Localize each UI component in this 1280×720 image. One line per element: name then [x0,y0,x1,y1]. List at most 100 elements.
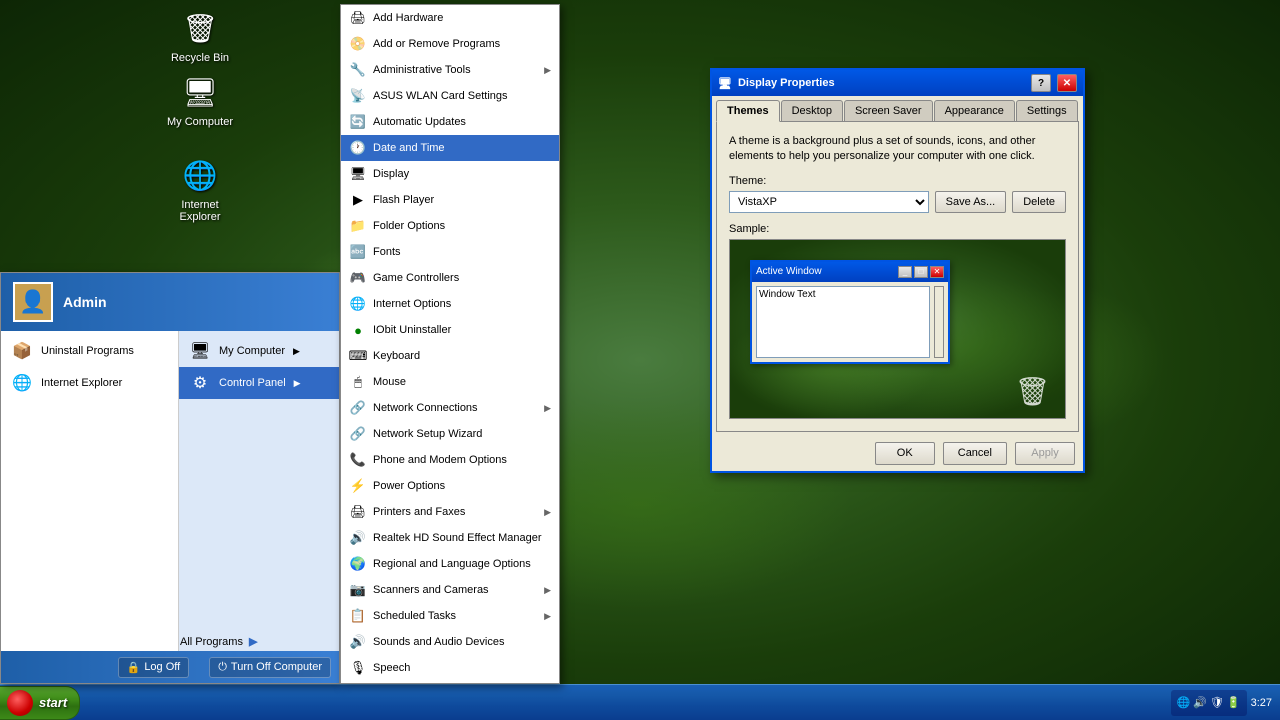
sched-tasks-label: Scheduled Tasks [373,610,538,622]
logoff-button[interactable]: 🔒 Log Off [118,657,190,678]
ie-label: Internet Explorer [41,377,122,389]
auto-updates-label: Automatic Updates [373,116,551,128]
cp-item-flash[interactable]: ▶ Flash Player [341,187,559,213]
shield-tray-icon: 🛡 [1210,696,1224,709]
cp-item-date-time[interactable]: 🕐 Date and Time [341,135,559,161]
desktop-icon-my-computer[interactable]: 🖥 My Computer [165,72,235,128]
ok-button[interactable]: OK [875,442,935,465]
folder-options-label: Folder Options [373,220,551,232]
cancel-button[interactable]: Cancel [943,442,1007,465]
cp-item-add-hardware[interactable]: 🖨 Add Hardware [341,5,559,31]
desktop-icon-internet-explorer[interactable]: 🌐 Internet Explorer [165,155,235,223]
cp-item-sounds[interactable]: 🔊 Sounds and Audio Devices [341,629,559,655]
cp-item-speech[interactable]: 🎙 Speech [341,655,559,681]
sample-recyclebin-icon: 🗑 [1014,375,1050,408]
tab-desktop[interactable]: Desktop [781,100,843,121]
game-ctrl-label: Game Controllers [373,272,551,284]
net-conn-label: Network Connections [373,402,538,414]
cp-item-iobit[interactable]: ● IObit Uninstaller [341,317,559,343]
add-hardware-label: Add Hardware [373,12,551,24]
cp-item-realtek[interactable]: 🔊 Realtek HD Sound Effect Manager [341,525,559,551]
sample-label: Sample: [729,223,1066,235]
turnoff-button[interactable]: ⏻ Turn Off Computer [209,657,331,678]
power-opts-label: Power Options [373,480,551,492]
add-hardware-icon: 🖨 [349,9,367,27]
cp-item-phone-modem[interactable]: 📞 Phone and Modem Options [341,447,559,473]
asus-wlan-label: ASUS WLAN Card Settings [373,90,551,102]
all-programs-button[interactable]: All Programs ▶ [170,631,267,652]
cp-item-admin-tools[interactable]: 🔧 Administrative Tools ▶ [341,57,559,83]
sidebar-item-uninstall-programs[interactable]: 📦 Uninstall Programs [1,335,178,367]
cp-item-fonts[interactable]: 🔤 Fonts [341,239,559,265]
logoff-icon: 🔒 [127,661,141,674]
uninstall-label: Uninstall Programs [41,345,134,357]
sidebar-item-internet-explorer[interactable]: 🌐 Internet Explorer [1,367,178,399]
keyboard-label: Keyboard [373,350,551,362]
asus-wlan-icon: 📡 [349,87,367,105]
printers-arrow: ▶ [544,507,551,518]
cp-item-internet-options[interactable]: 🌐 Internet Options [341,291,559,317]
mouse-icon: 🖱 [349,373,367,391]
internet-explorer-icon: 🌐 [180,155,220,195]
sample-textarea: Window Text [756,286,930,358]
cp-item-mouse[interactable]: 🖱 Mouse [341,369,559,395]
start-menu-body: 📦 Uninstall Programs 🌐 Internet Explorer… [1,331,339,651]
tab-screensaver[interactable]: Screen Saver [844,100,933,121]
dialog-titlebar: 🖥 Display Properties ? ✕ [712,70,1083,96]
taskbar-right: 🌐 🔊 🛡 🔋 3:27 [1171,690,1280,716]
cp-item-network-connections[interactable]: 🔗 Network Connections ▶ [341,395,559,421]
dialog-description: A theme is a background plus a set of so… [729,134,1066,165]
cp-item-regional[interactable]: 🌍 Regional and Language Options [341,551,559,577]
user-name: Admin [63,294,107,310]
sidebar-item-control-panel[interactable]: ⚙ Control Panel ▶ [179,367,339,399]
apply-button[interactable]: Apply [1015,442,1075,465]
cp-item-scanners[interactable]: 📷 Scanners and Cameras ▶ [341,577,559,603]
icon-label-recycle-bin: Recycle Bin [171,52,229,64]
cp-item-network-setup[interactable]: 🔗 Network Setup Wizard [341,421,559,447]
cp-item-game-controllers[interactable]: 🎮 Game Controllers [341,265,559,291]
internet-opts-label: Internet Options [373,298,551,310]
delete-button[interactable]: Delete [1012,191,1066,213]
tab-appearance[interactable]: Appearance [934,100,1015,121]
cp-item-asus-wlan[interactable]: 📡 ASUS WLAN Card Settings [341,83,559,109]
save-as-button[interactable]: Save As... [935,191,1007,213]
sound-tray-icon: 🔊 [1193,696,1207,709]
sidebar-item-my-computer[interactable]: 🖥 My Computer ▶ [179,335,339,367]
sample-window-text: Window Text [759,289,816,300]
realtek-icon: 🔊 [349,529,367,547]
start-button[interactable]: start [0,686,80,720]
sample-titlebar: Active Window _ □ ✕ [752,262,948,282]
help-button[interactable]: ? [1031,74,1051,92]
theme-select[interactable]: VistaXP [729,191,929,213]
desktop: 🗑 Recycle Bin 🖥 My Computer 🌐 Internet E… [0,0,1280,720]
logoff-label: Log Off [144,661,180,673]
close-button[interactable]: ✕ [1057,74,1077,92]
desktop-icon-recycle-bin[interactable]: 🗑 Recycle Bin [165,8,235,64]
cp-item-auto-updates[interactable]: 🔄 Automatic Updates [341,109,559,135]
my-computer-arrow: ▶ [293,346,300,357]
start-menu-left: 📦 Uninstall Programs 🌐 Internet Explorer [1,331,179,651]
tab-themes[interactable]: Themes [716,100,780,122]
dialog-footer: OK Cancel Apply [712,436,1083,471]
power-icon: ⏻ [218,661,227,674]
mouse-label: Mouse [373,376,551,388]
start-menu-right: 🖥 My Computer ▶ ⚙ Control Panel ▶ [179,331,339,651]
internet-opts-icon: 🌐 [349,295,367,313]
cp-item-keyboard[interactable]: ⌨ Keyboard [341,343,559,369]
scanners-arrow: ▶ [544,585,551,596]
cp-item-system[interactable]: 💻 System [341,681,559,684]
sample-window: Active Window _ □ ✕ Window Text [750,260,950,364]
theme-label: Theme: [729,175,1066,187]
cp-item-folder-options[interactable]: 📁 Folder Options [341,213,559,239]
cp-item-printers-faxes[interactable]: 🖨 Printers and Faxes ▶ [341,499,559,525]
cp-item-display[interactable]: 🖥 Display [341,161,559,187]
net-conn-arrow: ▶ [544,403,551,414]
tab-settings[interactable]: Settings [1016,100,1078,121]
cp-item-power-options[interactable]: ⚡ Power Options [341,473,559,499]
cp-item-add-remove[interactable]: 📀 Add or Remove Programs [341,31,559,57]
recycle-bin-icon: 🗑 [180,8,220,48]
dialog-icon: 🖥 [718,77,732,90]
admin-tools-label: Administrative Tools [373,64,538,76]
net-setup-label: Network Setup Wizard [373,428,551,440]
cp-item-scheduled-tasks[interactable]: 📋 Scheduled Tasks ▶ [341,603,559,629]
